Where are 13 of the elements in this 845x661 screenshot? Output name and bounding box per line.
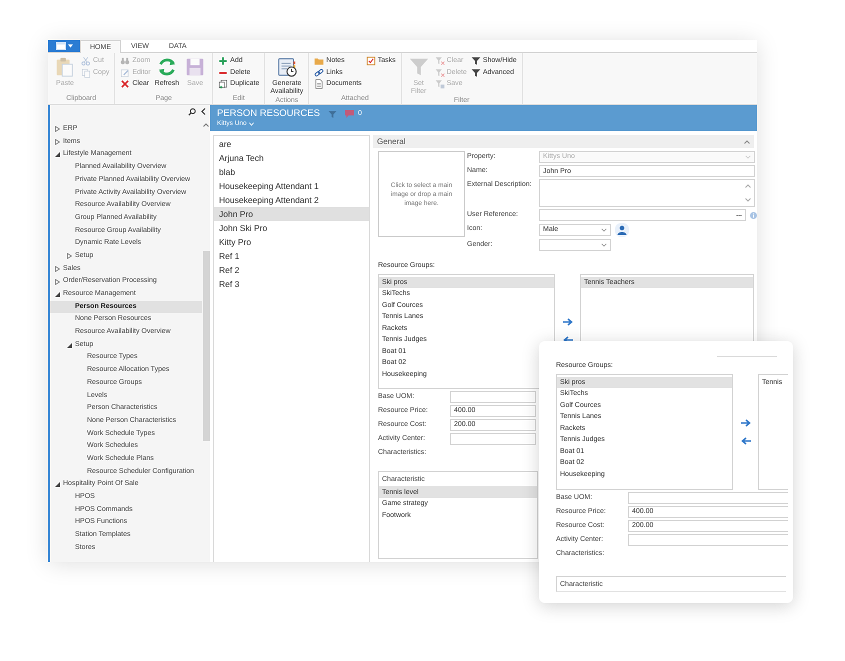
list-item[interactable]: blab <box>214 165 369 179</box>
list-item[interactable]: John Ski Pro <box>214 221 369 235</box>
list-item[interactable]: Ref 3 <box>214 277 369 291</box>
list-item[interactable]: Arjuna Tech <box>214 151 369 165</box>
list-item[interactable]: Kitty Pro <box>214 235 369 249</box>
page-title: PERSON RESOURCES <box>217 108 320 120</box>
section-header[interactable]: General <box>373 135 754 148</box>
list-item[interactable]: Housekeeping Attendant 2 <box>214 193 369 207</box>
list-item[interactable]: Housekeeping Attendant 1 <box>214 179 369 193</box>
list-item[interactable]: Ref 1 <box>214 249 369 263</box>
list-item[interactable]: are <box>214 137 369 151</box>
list-item[interactable]: John Pro <box>214 207 369 221</box>
list-item[interactable]: Ref 2 <box>214 263 369 277</box>
